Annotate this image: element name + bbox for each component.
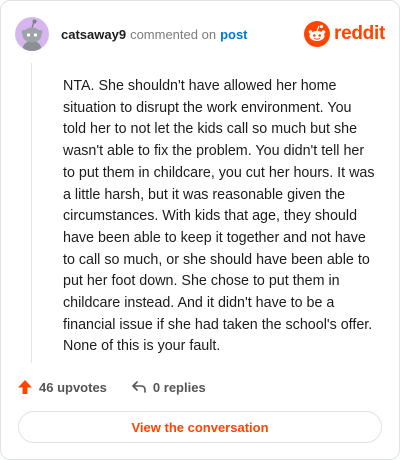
reddit-wordmark: reddit	[334, 23, 385, 44]
user-avatar[interactable]	[15, 17, 49, 51]
upvote-arrow-icon	[18, 380, 32, 394]
reddit-snoo-logo-icon	[304, 21, 331, 47]
replies-count: 0 replies	[152, 379, 206, 395]
view-conversation-button[interactable]: View the conversation	[18, 411, 382, 443]
upvote-button[interactable]: 46 upvotes	[17, 379, 107, 395]
comment-body: NTA. She shouldn't have allowed her home…	[63, 78, 375, 355]
reply-arrow-icon	[132, 381, 146, 393]
post-link[interactable]: post	[220, 27, 247, 42]
comment-header: catsaway9 commented on post reddit	[15, 17, 385, 51]
comment-card: catsaway9 commented on post reddit NTA. …	[0, 0, 400, 460]
username[interactable]: catsaway9	[61, 27, 126, 42]
upvotes-count: 46 upvotes	[39, 379, 107, 395]
snoo-avatar-icon	[21, 19, 43, 51]
reddit-logo[interactable]: reddit	[304, 21, 385, 47]
action-text: commented on	[130, 26, 217, 42]
comment-meta: catsaway9 commented on post	[61, 27, 248, 42]
thread-line	[31, 63, 32, 363]
comment-actions: 46 upvotes 0 replies	[17, 375, 230, 399]
reply-button[interactable]: 0 replies	[131, 379, 206, 395]
